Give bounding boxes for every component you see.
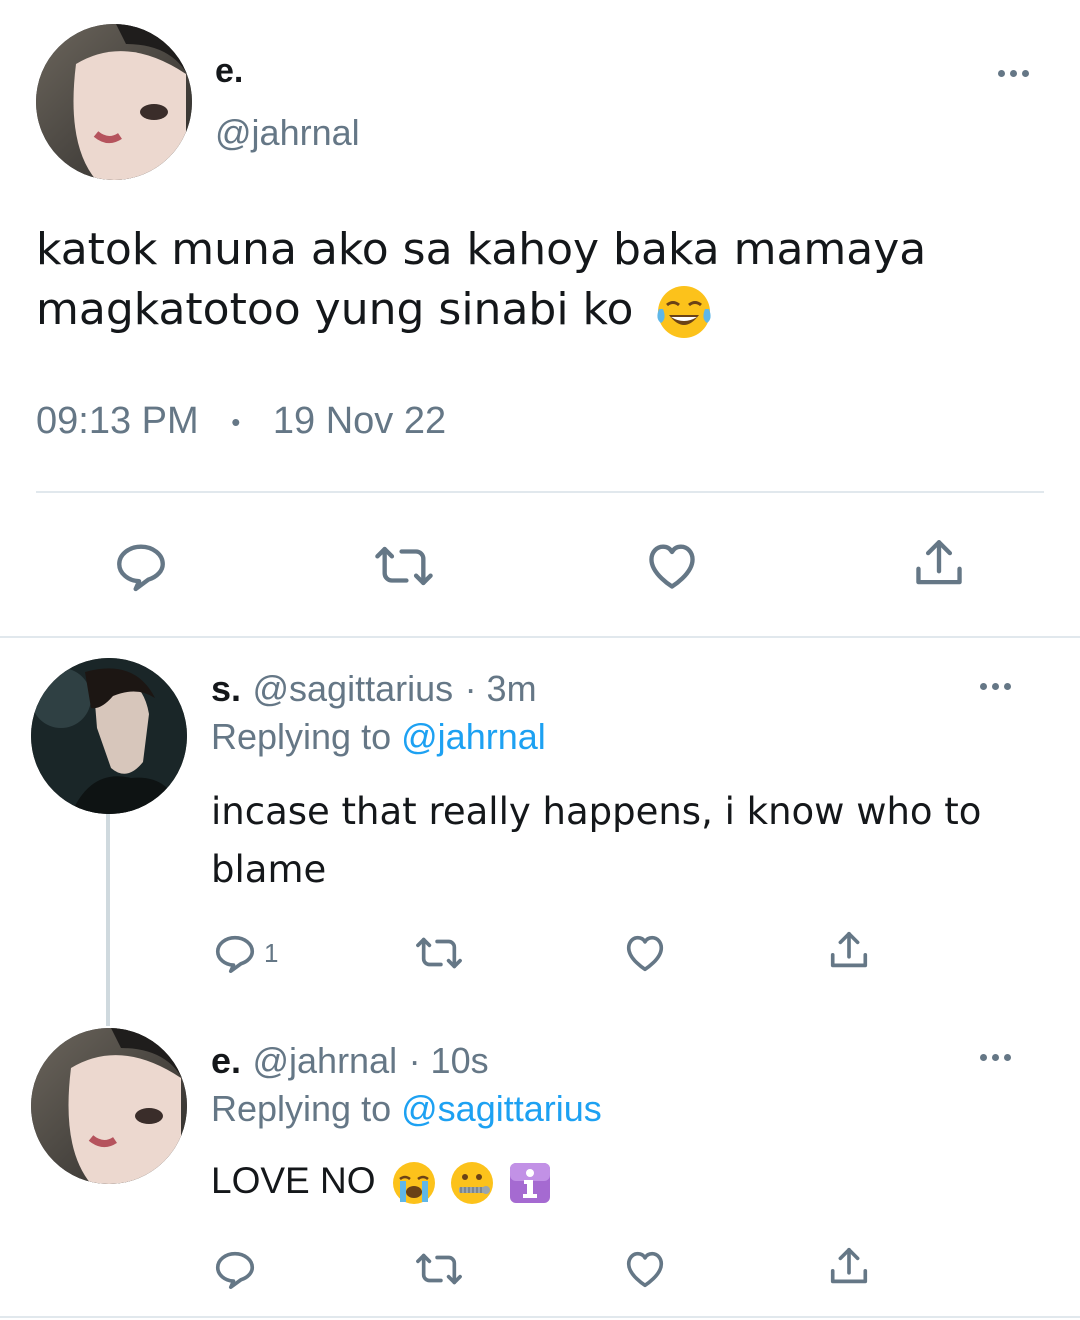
more-options-button[interactable] <box>998 70 1029 77</box>
reply1-text-line-2: blame <box>211 848 327 891</box>
like-button[interactable] <box>643 537 701 595</box>
retweet-icon <box>375 546 433 586</box>
thread-line <box>106 814 110 1026</box>
reply1-avatar[interactable] <box>31 658 187 814</box>
stats-divider <box>36 491 1044 493</box>
reply2-like-button[interactable] <box>622 1246 668 1292</box>
author-handle[interactable]: @jahrnal <box>215 112 360 154</box>
reply2-name[interactable]: e. <box>211 1040 241 1081</box>
profile-photo-icon <box>31 658 187 814</box>
reply-icon <box>215 1251 255 1290</box>
reply-icon <box>117 544 165 592</box>
reply2-replying-handle[interactable]: @sagittarius <box>401 1088 602 1129</box>
retweet-icon <box>416 937 462 969</box>
reply1-text: incase that really happens, i know who t… <box>211 783 1041 899</box>
tweet-text-line-1: katok muna ako sa kahoy baka mamaya <box>36 224 927 275</box>
reply1-more-button[interactable] <box>980 683 1011 690</box>
reply2-reply-button[interactable] <box>212 1246 258 1292</box>
reply2-retweet-button[interactable] <box>412 1246 466 1292</box>
information-emoji-icon <box>509 1162 550 1203</box>
reply2-replying-to: Replying to @sagittarius <box>211 1088 602 1129</box>
tweet-date: 19 Nov 22 <box>272 400 447 442</box>
reply1-replying-handle[interactable]: @jahrnal <box>401 716 546 757</box>
profile-photo-icon <box>31 1028 187 1184</box>
retweet-icon <box>416 1253 462 1285</box>
share-icon <box>830 931 868 968</box>
reply1-retweet-button[interactable] <box>412 930 466 976</box>
reply1-header[interactable]: s. @sagittarius · 3m <box>211 668 537 710</box>
reply1-handle[interactable]: @sagittarius <box>252 668 453 709</box>
reply-icon <box>215 935 255 974</box>
timestamp[interactable]: 09:13 PM • 19 Nov 22 <box>36 400 446 443</box>
profile-photo-icon <box>36 24 192 180</box>
reply2-header[interactable]: e. @jahrnal · 10s <box>211 1040 489 1082</box>
reply1-reply-count: 1 <box>264 937 279 968</box>
reply1-share-button[interactable] <box>826 928 872 974</box>
reply1-replying-to: Replying to @jahrnal <box>211 716 546 757</box>
section-divider <box>0 636 1080 638</box>
reply-button[interactable] <box>112 537 170 595</box>
zipper-mouth-emoji-icon <box>451 1161 494 1204</box>
heart-icon <box>626 935 664 972</box>
reply2-share-button[interactable] <box>826 1244 872 1290</box>
bottom-divider <box>0 1316 1080 1318</box>
reply1-text-line-1: incase that really happens, i know who t… <box>211 790 982 833</box>
reply2-text: LOVE NO <box>211 1152 553 1210</box>
tweet-text: katok muna ako sa kahoy baka mamaya magk… <box>36 220 1046 341</box>
reply2-more-button[interactable] <box>980 1054 1011 1061</box>
share-button[interactable] <box>910 535 968 593</box>
share-icon <box>916 540 962 585</box>
tears-of-joy-emoji-icon <box>657 286 711 338</box>
heart-icon <box>649 544 695 589</box>
reply2-handle[interactable]: @jahrnal <box>252 1040 397 1081</box>
share-icon <box>830 1247 868 1284</box>
heart-icon <box>626 1251 664 1288</box>
reply2-avatar[interactable] <box>31 1028 187 1184</box>
main-avatar[interactable] <box>36 24 192 180</box>
tweet-text-line-2: magkatotoo yung sinabi ko <box>36 280 1046 341</box>
reply1-like-button[interactable] <box>622 930 668 976</box>
time-separator: • <box>231 407 241 438</box>
reply2-age: · 10s <box>408 1040 489 1081</box>
tweet-time: 09:13 PM <box>36 400 199 442</box>
reply1-name[interactable]: s. <box>211 668 241 709</box>
retweet-button[interactable] <box>371 537 437 595</box>
crying-face-emoji-icon <box>393 1161 436 1204</box>
reply1-reply-button[interactable]: 1 <box>212 930 278 976</box>
author-name[interactable]: e. <box>215 52 243 91</box>
reply1-age: · 3m <box>464 668 537 709</box>
